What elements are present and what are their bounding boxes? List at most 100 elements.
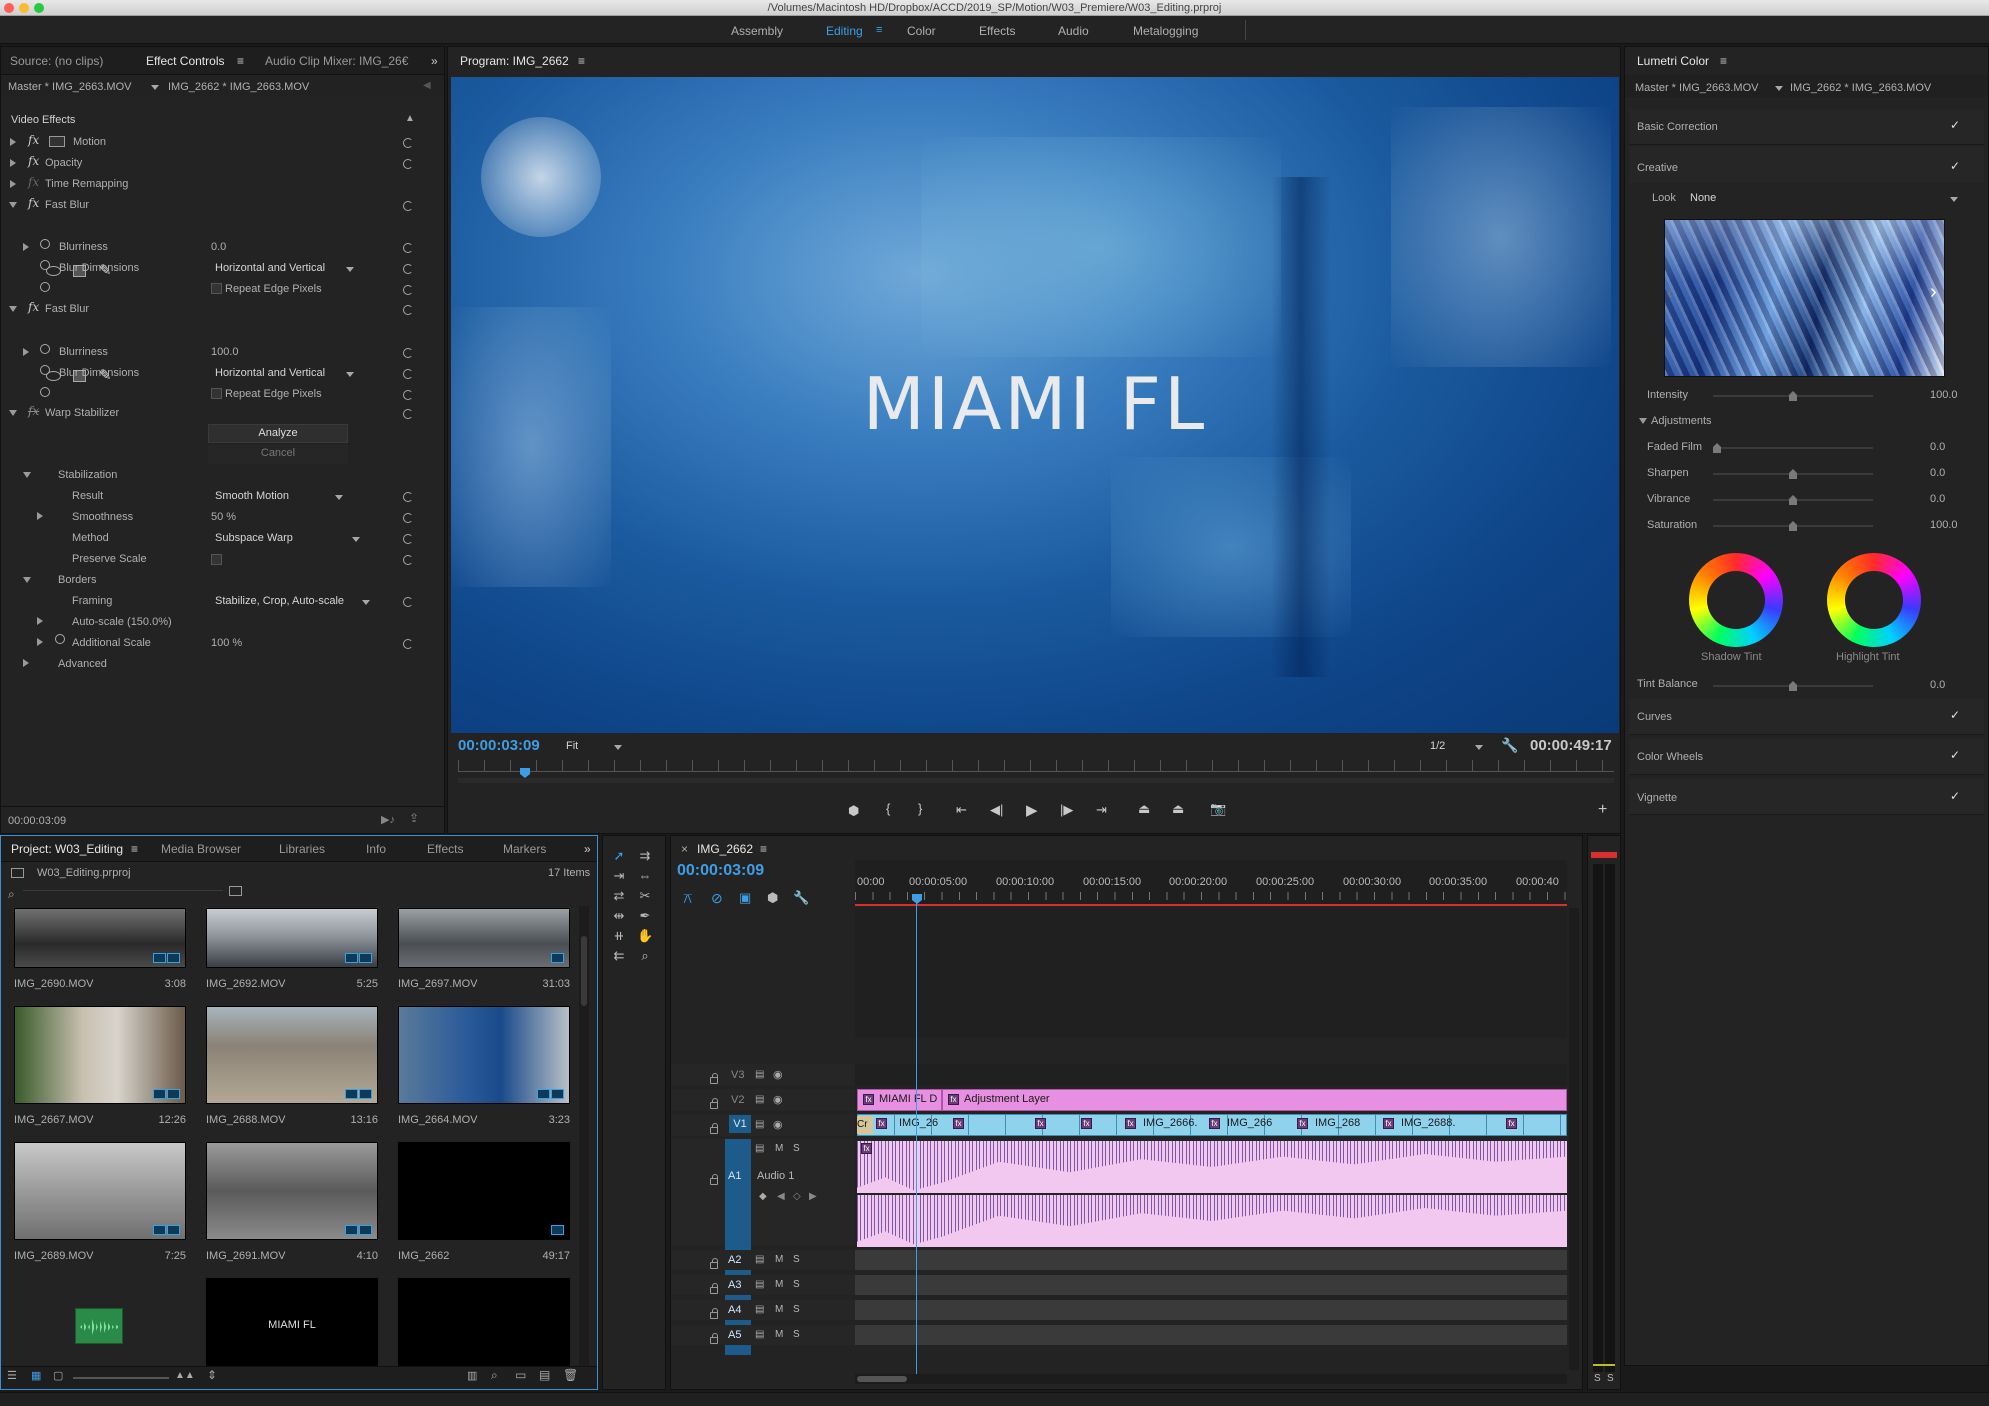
mute-button[interactable]: M xyxy=(775,1254,783,1265)
clip-name[interactable]: IMG_2691.MOV xyxy=(206,1250,285,1262)
collapse-icon[interactable]: ◀ xyxy=(423,80,431,91)
clip-name[interactable]: IMG_2662 xyxy=(398,1250,449,1262)
dropdown-arrow-icon[interactable] xyxy=(352,537,360,542)
look-dropdown[interactable]: None xyxy=(1690,192,1716,204)
workspace-effects[interactable]: Effects xyxy=(979,24,1015,38)
expand-icon[interactable] xyxy=(37,617,43,625)
toggle-output-eye-icon[interactable]: ◉ xyxy=(773,1118,783,1131)
dropdown-arrow-icon[interactable] xyxy=(346,267,354,272)
settings-wrench-icon[interactable]: 🔧 xyxy=(1501,737,1518,754)
razor-tool-icon[interactable]: ✂ xyxy=(637,888,653,904)
saturation-slider-knob[interactable] xyxy=(1789,521,1797,531)
automate-to-sequence-icon[interactable]: ▥ xyxy=(467,1369,477,1382)
result-dropdown[interactable]: Smooth Motion xyxy=(215,490,289,502)
collapse-icon[interactable] xyxy=(1639,418,1647,424)
track-label-v2[interactable]: V2 xyxy=(731,1094,744,1106)
toggle-sync-lock-icon[interactable]: ▤ xyxy=(755,1304,764,1315)
mark-in-icon[interactable]: { xyxy=(886,801,890,816)
reset-icon[interactable] xyxy=(403,305,413,315)
track-label-v1[interactable]: V1 xyxy=(729,1115,751,1133)
reset-icon[interactable] xyxy=(403,369,413,379)
master-dropdown-icon[interactable] xyxy=(151,85,159,90)
clip-thumbnail[interactable] xyxy=(398,1278,570,1376)
color-wheels-checkbox[interactable]: ✓ xyxy=(1950,749,1962,761)
collapse-icon[interactable] xyxy=(23,472,31,478)
sharpen-slider-knob[interactable] xyxy=(1789,469,1797,479)
previous-keyframe-icon[interactable]: ◀ xyxy=(777,1191,785,1202)
blur-dimensions-dropdown[interactable]: Horizontal and Vertical xyxy=(215,367,325,379)
reset-icon[interactable] xyxy=(403,348,413,358)
stopwatch-icon[interactable] xyxy=(40,239,50,249)
track-label-v3[interactable]: V3 xyxy=(731,1069,744,1081)
effect-fast-blur[interactable]: Fast Blur xyxy=(45,299,89,319)
export-icon[interactable]: ⇪ xyxy=(409,811,419,825)
mute-button[interactable]: M xyxy=(775,1143,783,1154)
lock-track-icon[interactable] xyxy=(710,1283,718,1294)
analyze-button[interactable]: Analyze xyxy=(208,424,348,443)
program-time-ruler[interactable] xyxy=(458,760,1614,772)
scroll-up-icon[interactable]: ▲ xyxy=(405,113,415,124)
new-item-icon[interactable]: ▤ xyxy=(539,1368,550,1382)
timeline-clip[interactable]: fx MIAMI FL D xyxy=(857,1089,942,1111)
solo-button[interactable]: S xyxy=(793,1304,800,1315)
fx-icon[interactable]: fx xyxy=(28,196,39,210)
tab-effects[interactable]: Effects xyxy=(427,835,463,863)
lumetri-title[interactable]: Lumetri Color xyxy=(1637,47,1709,75)
ripple-edit-tool-icon[interactable]: ⇥ xyxy=(611,868,627,884)
workspace-menu-icon[interactable]: ≡ xyxy=(876,24,882,36)
close-window-icon[interactable] xyxy=(4,3,14,13)
sharpen-slider[interactable] xyxy=(1713,469,1873,479)
marker-icon[interactable]: ⬢ xyxy=(767,890,778,906)
effect-time-remapping[interactable]: Time Remapping xyxy=(45,174,128,194)
timeline-clip[interactable]: Cr xyxy=(857,1116,873,1134)
rate-stretch-tool-icon[interactable]: ⇄ xyxy=(611,888,627,904)
reset-icon[interactable] xyxy=(403,409,413,419)
transform-icon[interactable] xyxy=(49,136,65,147)
sequence-clip-label[interactable]: IMG_2662 * IMG_2663.MOV xyxy=(168,77,309,97)
track-label-a5[interactable]: A5 xyxy=(728,1329,741,1341)
reset-icon[interactable] xyxy=(403,390,413,400)
sort-icons-icon[interactable]: ▲▲ xyxy=(175,1370,195,1381)
slip-tool-icon[interactable]: ⇹ xyxy=(611,908,627,924)
panel-menu-icon[interactable]: ≡ xyxy=(131,835,138,863)
adjustments-group[interactable]: Adjustments xyxy=(1651,411,1712,431)
clip-indicator[interactable] xyxy=(1591,852,1617,858)
audio-waveform-thumbnail[interactable] xyxy=(75,1308,123,1344)
stopwatch-icon[interactable] xyxy=(40,365,50,375)
reset-icon[interactable] xyxy=(403,243,413,253)
new-bin-icon[interactable] xyxy=(229,886,242,896)
workspace-color[interactable]: Color xyxy=(907,24,936,38)
mute-button[interactable]: M xyxy=(775,1279,783,1290)
reset-icon[interactable] xyxy=(403,285,413,295)
panel-menu-icon[interactable]: ≡ xyxy=(760,835,767,863)
toggle-output-eye-icon[interactable]: ◉ xyxy=(773,1093,783,1106)
creative-section[interactable]: Creative xyxy=(1637,158,1678,178)
clip-name[interactable]: IMG_2688.MOV xyxy=(206,1114,285,1126)
vignette-checkbox[interactable]: ✓ xyxy=(1950,790,1962,802)
export-frame-camera-icon[interactable]: 📷 xyxy=(1210,801,1226,817)
lock-track-icon[interactable] xyxy=(710,1333,718,1344)
clear-trash-icon[interactable]: 🗑 xyxy=(563,1368,578,1382)
sharpen-value[interactable]: 0.0 xyxy=(1930,463,1945,483)
mute-button[interactable]: M xyxy=(775,1329,783,1340)
workspace-editing[interactable]: Editing xyxy=(826,24,863,38)
method-dropdown[interactable]: Subspace Warp xyxy=(215,532,293,544)
track-label-a2[interactable]: A2 xyxy=(728,1254,741,1266)
faded-film-slider-knob[interactable] xyxy=(1713,443,1721,453)
resolution-dropdown[interactable]: 1/2 xyxy=(1430,740,1445,752)
audio-clip-left-channel[interactable]: fx xyxy=(857,1141,1567,1193)
next-look-icon[interactable]: › xyxy=(1930,281,1937,304)
clip-name[interactable]: IMG_2692.MOV xyxy=(206,978,285,990)
tab-media-browser[interactable]: Media Browser xyxy=(161,835,241,863)
effect-fast-blur[interactable]: Fast Blur xyxy=(45,195,89,215)
extract-icon[interactable]: ⏏ xyxy=(1172,801,1184,817)
toggle-sync-lock-icon[interactable]: ▤ xyxy=(755,1069,764,1080)
minimize-window-icon[interactable] xyxy=(19,3,29,13)
lock-track-icon[interactable] xyxy=(710,1098,718,1109)
color-wheels-section[interactable]: Color Wheels xyxy=(1637,747,1703,767)
cancel-button[interactable]: Cancel xyxy=(208,445,348,464)
tab-effect-controls[interactable]: Effect Controls xyxy=(146,47,224,75)
look-preview-thumbnail[interactable] xyxy=(1664,219,1945,377)
faded-film-slider[interactable] xyxy=(1713,443,1873,453)
stopwatch-icon[interactable] xyxy=(40,387,50,397)
